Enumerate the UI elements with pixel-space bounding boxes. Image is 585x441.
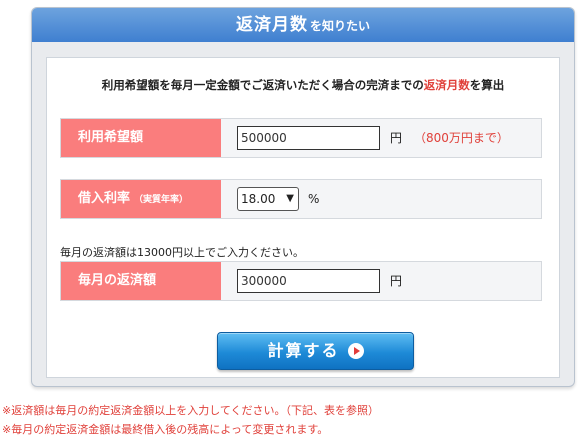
monthly-payment-label: 毎月の返済額 <box>61 262 221 300</box>
loan-amount-label: 利用希望額 <box>61 119 221 157</box>
loan-amount-unit: 円 <box>390 131 403 145</box>
interest-rate-label-note: （実質年率） <box>134 195 189 205</box>
loan-amount-input[interactable]: 500000 <box>237 126 380 150</box>
loan-amount-limit-note: （800万円まで） <box>414 131 509 145</box>
calculate-button[interactable]: 計算する <box>217 332 414 370</box>
panel-header: 返済月数 を知りたい <box>32 8 574 42</box>
calculate-button-label: 計算する <box>267 341 340 360</box>
repayment-months-panel: 返済月数 を知りたい 利用希望額を毎月一定金額でご返済いただく場合の完済までの返済… <box>31 7 575 387</box>
lead-text-accent: 返済月数 <box>423 78 470 92</box>
loan-amount-row: 利用希望額 500000 円 （800万円まで） <box>60 118 542 158</box>
interest-rate-select[interactable]: 18.00 ▼ <box>237 187 299 211</box>
interest-rate-selected-value: 18.00 <box>241 192 276 206</box>
lead-text-part: を算出 <box>469 78 505 92</box>
play-circle-icon <box>347 342 364 359</box>
monthly-payment-row: 毎月の返済額 300000 円 <box>60 261 542 301</box>
interest-rate-unit: % <box>308 192 320 206</box>
panel-title-suffix: を知りたい <box>309 19 370 33</box>
lead-text-part: 利用希望額を毎月一定金額でご返済いただく場合の完済までの <box>101 78 424 92</box>
interest-rate-label: 借入利率 （実質年率） <box>61 180 221 218</box>
chevron-down-icon: ▼ <box>286 193 294 204</box>
panel-title: 返済月数 <box>235 15 308 35</box>
interest-rate-row: 借入利率 （実質年率） 18.00 ▼ % <box>60 179 542 219</box>
monthly-payment-hint: 毎月の返済額は13000円以上でご入力ください。 <box>60 246 304 259</box>
lead-text: 利用希望額を毎月一定金額でご返済いただく場合の完済までの返済月数を算出 <box>47 77 559 93</box>
monthly-payment-unit: 円 <box>390 274 403 288</box>
interest-rate-label-text: 借入利率 <box>78 191 131 206</box>
footnote-1: ※返済額は毎月の約定返済金額以上を入力してください。（下記、表を参照） <box>2 404 380 417</box>
footnote-2: ※毎月の約定返済金額は最終借入後の残高によって変更されます。 <box>2 423 329 436</box>
form-area: 利用希望額を毎月一定金額でご返済いただく場合の完済までの返済月数を算出 利用希望… <box>46 57 560 378</box>
monthly-payment-input[interactable]: 300000 <box>237 269 380 293</box>
